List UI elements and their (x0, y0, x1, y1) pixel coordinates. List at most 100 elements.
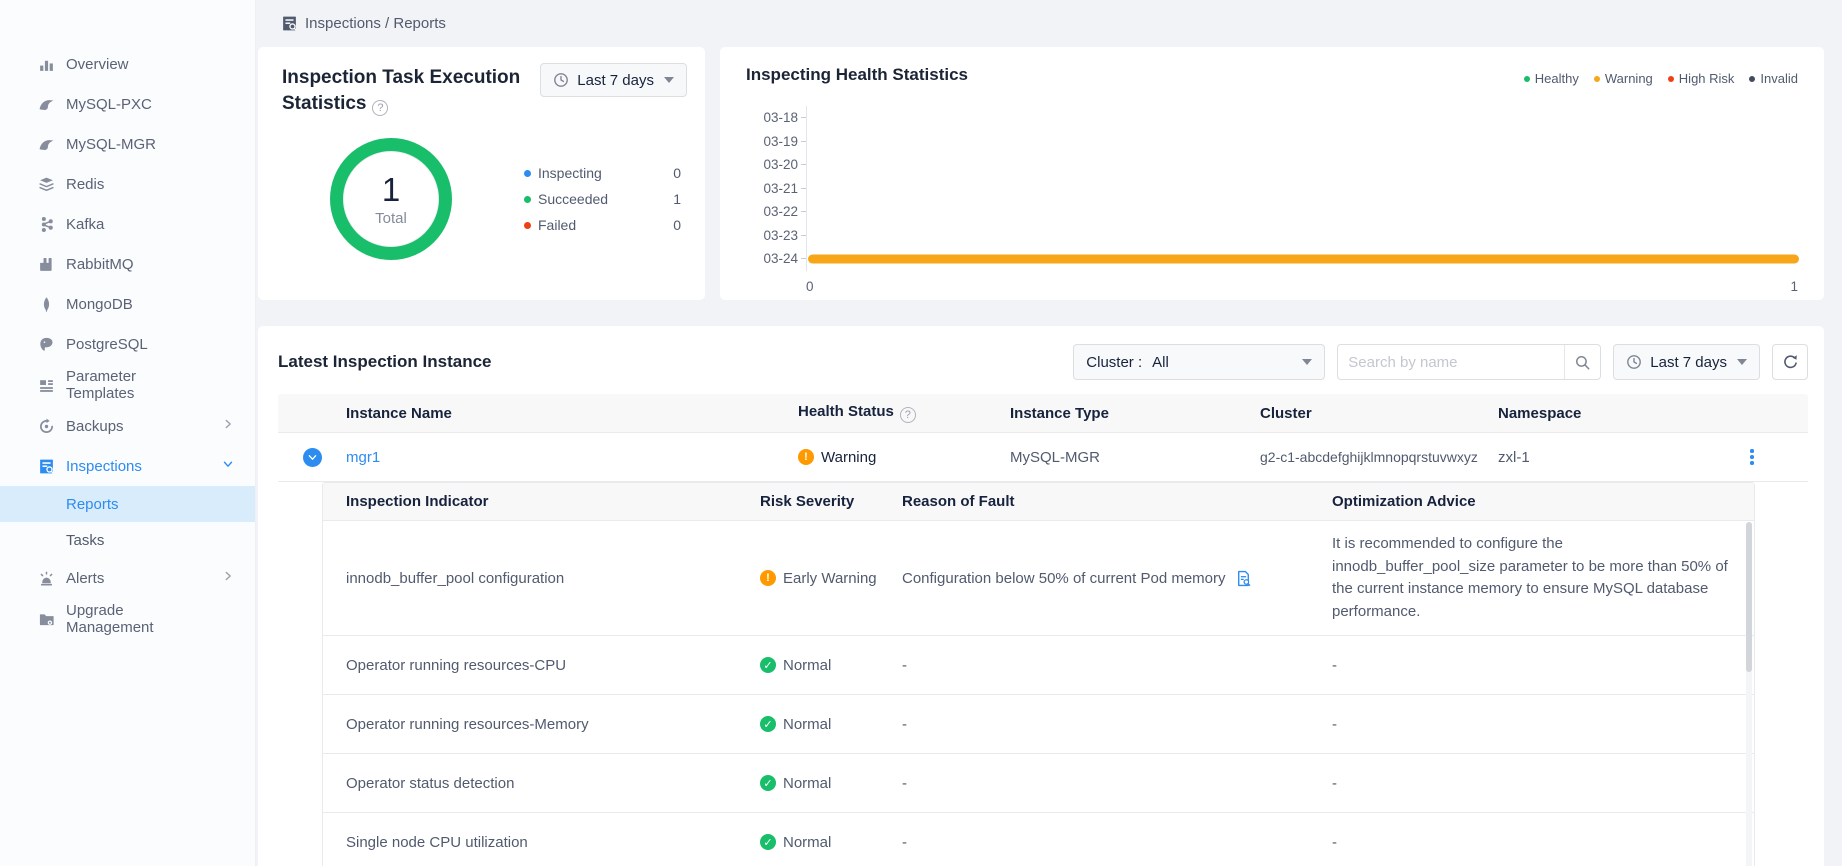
sidebar-item-label: Kafka (66, 216, 104, 233)
instance-name-link[interactable]: mgr1 (346, 449, 380, 466)
chart-row: 03-22 (746, 200, 1798, 224)
warning-icon: ! (798, 449, 814, 465)
cluster-filter-select[interactable]: Cluster : All (1073, 344, 1325, 380)
indicator-cell: Operator running resources-CPU (323, 657, 760, 674)
sidebar-item-label: MongoDB (66, 296, 133, 313)
advice-cell: It is recommended to configure the innod… (1332, 521, 1754, 635)
time-range-dropdown[interactable]: Last 7 days (1613, 344, 1760, 380)
sidebar-item-mysql-pxc[interactable]: MySQL-PXC (0, 84, 255, 124)
clock-icon (1626, 354, 1642, 370)
detail-scrollbar-thumb[interactable] (1746, 522, 1752, 672)
sidebar-item-label: Redis (66, 176, 104, 193)
sidebar: Overview MySQL-PXC MySQL-MGR Redis Kafka… (0, 0, 256, 866)
caret-down-icon (1302, 359, 1312, 365)
search-input[interactable] (1338, 354, 1564, 371)
cluster-cell: g2-c1-abcdefghijklmnopqrstuvwxyz (1260, 449, 1498, 465)
chart-row: 03-23 (746, 224, 1798, 248)
legend-item-invalid[interactable]: Invalid (1749, 71, 1798, 86)
sidebar-item-backups[interactable]: Backups (0, 406, 255, 446)
namespace-cell: zxl-1 (1498, 449, 1696, 466)
sidebar-item-label: Inspections (66, 458, 142, 475)
table-header: Instance Name Health Status? Instance Ty… (278, 394, 1808, 432)
detail-row: Operator running resources-CPU ✓ Normal … (323, 636, 1754, 695)
help-icon[interactable]: ? (900, 407, 916, 423)
instance-row-mgr1: mgr1 ! Warning MySQL-MGR g2-c1-abcdefghi… (278, 432, 1808, 482)
reason-cell: Configuration below 50% of current Pod m… (902, 570, 1332, 587)
collapse-row-button[interactable] (303, 448, 322, 467)
row-actions-menu[interactable] (1696, 449, 1808, 465)
time-range-dropdown[interactable]: Last 7 days (540, 63, 687, 97)
check-icon: ✓ (760, 716, 776, 732)
severity-cell: ✓ Normal (760, 657, 902, 674)
inspection-report-icon (38, 458, 55, 475)
leaf-icon (38, 296, 55, 313)
sidebar-item-parameter-templates[interactable]: Parameter Templates (0, 364, 255, 406)
cluster-filter-label: Cluster : (1086, 354, 1142, 371)
dolphin-icon (38, 136, 55, 153)
col-reason-of-fault: Reason of Fault (902, 493, 1332, 510)
advice-cell: - (1332, 716, 1754, 733)
col-health-status: Health Status? (798, 403, 1010, 423)
template-icon (38, 377, 55, 394)
col-optimization-advice: Optimization Advice (1332, 493, 1754, 510)
search-button[interactable] (1564, 345, 1600, 379)
sidebar-item-mysql-mgr[interactable]: MySQL-MGR (0, 124, 255, 164)
search-box (1337, 344, 1601, 380)
stat-cards-row: Inspection Task Execution Statistics? La… (258, 47, 1824, 300)
latest-inspection-card: Latest Inspection Instance Cluster : All (258, 326, 1824, 866)
legend-dot (1668, 76, 1674, 82)
time-range-value: Last 7 days (1650, 354, 1727, 371)
inspection-detail-table: Inspection Indicator Risk Severity Reaso… (322, 482, 1755, 866)
col-instance-name: Instance Name (346, 405, 798, 422)
sidebar-subitem-label: Tasks (66, 532, 104, 549)
sidebar-item-label: RabbitMQ (66, 256, 134, 273)
legend-item-warning[interactable]: Warning (1594, 71, 1653, 86)
reason-cell: - (902, 716, 1332, 733)
sidebar-item-inspections[interactable]: Inspections (0, 446, 255, 486)
chevron-right-icon (221, 569, 235, 587)
legend-item-high-risk[interactable]: High Risk (1668, 71, 1735, 86)
detail-row: innodb_buffer_pool configuration ! Early… (323, 521, 1754, 636)
breadcrumb[interactable]: Inspections / Reports (258, 0, 1824, 47)
legend-dot (524, 170, 531, 177)
sidebar-subitem-tasks[interactable]: Tasks (0, 522, 255, 558)
sidebar-subitem-reports[interactable]: Reports (0, 486, 255, 522)
sidebar-item-upgrade-management[interactable]: Upgrade Management (0, 598, 255, 640)
view-report-icon[interactable] (1235, 570, 1252, 587)
health-status-cell: ! Warning (798, 449, 1010, 466)
sidebar-item-redis[interactable]: Redis (0, 164, 255, 204)
rabbitmq-icon (38, 256, 55, 273)
sidebar-item-label: Backups (66, 418, 124, 435)
advice-cell: - (1332, 657, 1754, 674)
instances-table: Instance Name Health Status? Instance Ty… (278, 394, 1808, 866)
donut-total-label: Total (375, 210, 407, 227)
sidebar-item-mongodb[interactable]: MongoDB (0, 284, 255, 324)
caret-down-icon (1737, 359, 1747, 365)
sidebar-item-rabbitmq[interactable]: RabbitMQ (0, 244, 255, 284)
legend-dot (1749, 76, 1755, 82)
detail-row: Operator running resources-Memory ✓ Norm… (323, 695, 1754, 754)
indicator-cell: Operator running resources-Memory (323, 716, 760, 733)
indicator-cell: Operator status detection (323, 775, 760, 792)
help-icon[interactable]: ? (372, 100, 388, 116)
legend-item-healthy[interactable]: Healthy (1524, 71, 1579, 86)
sidebar-item-kafka[interactable]: Kafka (0, 204, 255, 244)
severity-cell: ! Early Warning (760, 570, 902, 587)
sidebar-item-label: Upgrade Management (66, 602, 176, 636)
x-tick-max: 1 (1790, 279, 1798, 294)
search-icon (1574, 354, 1591, 371)
refresh-button[interactable] (1772, 344, 1808, 380)
detail-row: Operator status detection ✓ Normal - - (323, 754, 1754, 813)
detail-scrollbar-track[interactable] (1746, 522, 1752, 866)
refresh-icon (1782, 354, 1799, 371)
dolphin-icon (38, 96, 55, 113)
legend-dot (1524, 76, 1530, 82)
reason-cell: - (902, 775, 1332, 792)
sidebar-item-overview[interactable]: Overview (0, 44, 255, 84)
sidebar-item-alerts[interactable]: Alerts (0, 558, 255, 598)
table-body: mgr1 ! Warning MySQL-MGR g2-c1-abcdefghi… (278, 432, 1808, 866)
legend-dot (1594, 76, 1600, 82)
legend-dot (524, 222, 531, 229)
sidebar-item-postgresql[interactable]: PostgreSQL (0, 324, 255, 364)
check-icon: ✓ (760, 775, 776, 791)
